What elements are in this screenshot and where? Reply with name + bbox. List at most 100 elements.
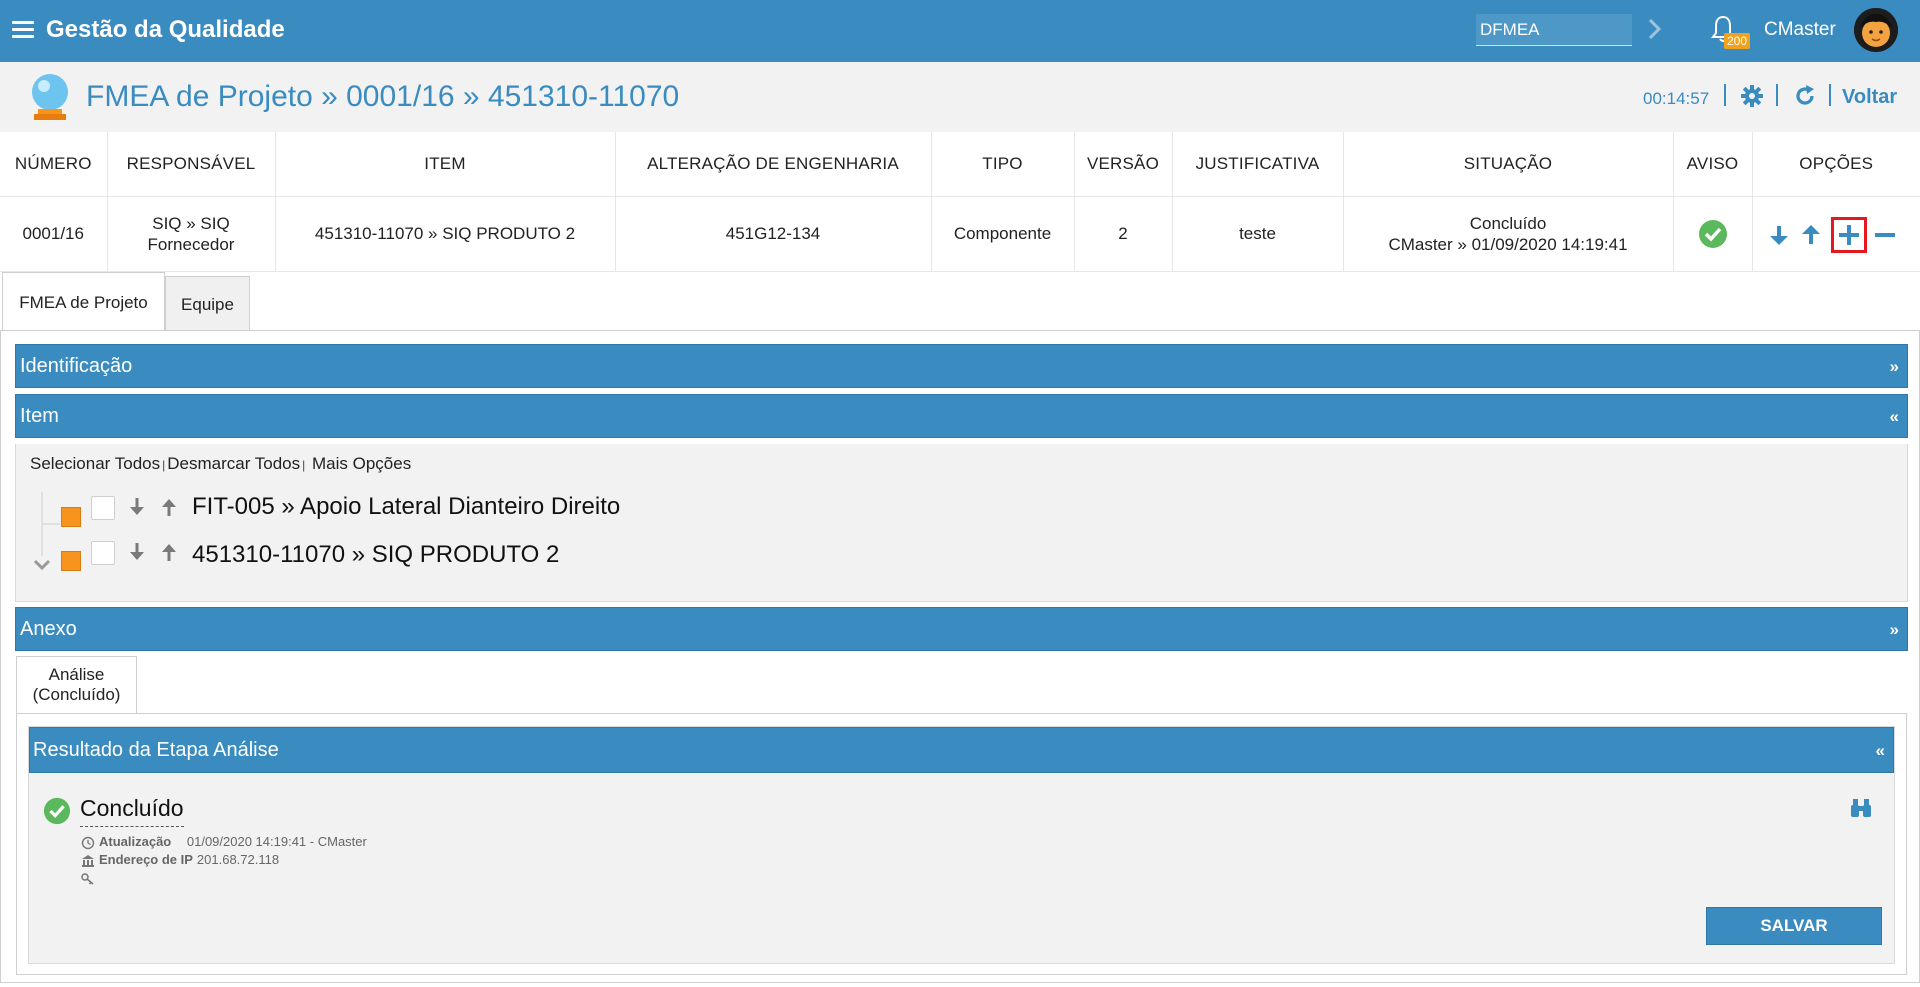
refresh-icon[interactable] — [1793, 84, 1817, 108]
cell-tipo: Componente — [931, 196, 1075, 272]
arrow-down-icon[interactable] — [127, 541, 147, 563]
separator — [1724, 84, 1726, 106]
analysis-panel: Resultado da Etapa Análise « Concluído A… — [16, 713, 1907, 975]
node-name[interactable]: 451310-11070 » SIQ PRODUTO 2 — [192, 541, 559, 569]
column-header: TIPO — [931, 132, 1075, 197]
page-title: FMEA de Projeto » 0001/16 » 451310-11070 — [86, 80, 680, 113]
arrow-down-icon[interactable] — [1767, 223, 1791, 247]
column-header: RESPONSÁVEL — [107, 132, 276, 197]
tab-status: (Concluído) — [32, 685, 121, 704]
status-value[interactable]: Concluído — [80, 795, 184, 827]
table-header-row: NÚMERO RESPONSÁVEL ITEM ALTERAÇÃO DE ENG… — [0, 132, 1920, 197]
update-label: Atualização — [99, 834, 172, 849]
binoculars-icon[interactable] — [1849, 797, 1873, 819]
table-row: 0001/16 SIQ » SIQ Fornecedor 451310-1107… — [0, 196, 1920, 272]
cell-alteracao: 451G12-134 — [615, 196, 932, 272]
chevron-down-icon[interactable] — [32, 557, 52, 573]
column-header: ALTERAÇÃO DE ENGENHARIA — [615, 132, 932, 197]
save-button[interactable]: SALVAR — [1706, 907, 1882, 945]
column-header: JUSTIFICATIVA — [1172, 132, 1344, 197]
expand-icon[interactable]: » — [1890, 357, 1899, 377]
situacao-line1: Concluído — [1469, 213, 1547, 233]
cell-item: 451310-11070 » SIQ PRODUTO 2 — [275, 196, 616, 272]
update-value: 01/09/2020 14:19:41 — [186, 834, 307, 849]
cell-aviso — [1673, 196, 1753, 272]
deselect-all-link[interactable]: Desmarcar Todos — [167, 454, 300, 473]
result-title: Resultado da Etapa Análise — [33, 739, 279, 761]
item-panel-body: Selecionar Todos | Desmarcar Todos | Mais O… — [15, 444, 1908, 602]
bank-icon — [82, 854, 94, 867]
tab-analise[interactable]: Análise (Concluído) — [16, 656, 137, 714]
separator: | — [302, 458, 306, 472]
key-icon — [81, 872, 94, 885]
check-circle-icon — [1698, 219, 1727, 248]
separator — [1776, 84, 1778, 106]
menu-icon[interactable] — [12, 21, 34, 39]
tree-node: 451310-11070 » SIQ PRODUTO 2 — [16, 541, 916, 581]
panel-title: Item — [20, 405, 59, 427]
cell-opcoes — [1752, 196, 1920, 272]
more-options-link[interactable]: Mais Opções — [312, 454, 411, 473]
arrow-up-icon[interactable] — [159, 541, 179, 563]
minus-icon[interactable] — [1873, 223, 1897, 247]
check-circle-icon — [43, 797, 71, 825]
module-search-input[interactable] — [1476, 14, 1632, 46]
panel-item[interactable]: Item « — [15, 394, 1908, 438]
node-icon — [61, 551, 81, 571]
collapse-icon[interactable]: « — [1876, 741, 1885, 761]
expand-icon[interactable]: » — [1890, 620, 1899, 640]
responsavel-line1: SIQ » SIQ — [152, 213, 230, 233]
tab-equipe[interactable]: Equipe — [165, 276, 250, 332]
column-header: NÚMERO — [0, 132, 108, 197]
node-name[interactable]: FIT-005 » Apoio Lateral Dianteiro Direit… — [192, 493, 620, 521]
collapse-icon[interactable]: « — [1890, 407, 1899, 427]
result-header[interactable]: Resultado da Etapa Análise « — [29, 727, 1894, 773]
column-header: AVISO — [1673, 132, 1753, 197]
item-actions: Selecionar Todos | Desmarcar Todos | Mais O… — [30, 454, 411, 474]
avatar[interactable] — [1854, 8, 1898, 52]
user-name[interactable]: CMaster — [1764, 19, 1836, 41]
cell-justificativa: teste — [1172, 196, 1344, 272]
panel-title: Anexo — [20, 618, 77, 640]
arrow-down-icon[interactable] — [127, 496, 147, 518]
arrow-up-icon[interactable] — [1799, 223, 1823, 247]
panel-identificacao[interactable]: Identificação » — [15, 344, 1908, 388]
back-link[interactable]: Voltar — [1842, 86, 1897, 109]
cell-situacao: Concluído CMaster » 01/09/2020 14:19:41 — [1343, 196, 1674, 272]
key-meta — [81, 870, 99, 886]
row-options — [1753, 214, 1920, 254]
column-header: OPÇÕES — [1752, 132, 1920, 197]
tab-fmea-de-projeto[interactable]: FMEA de Projeto — [2, 272, 165, 332]
tab-label: Análise — [48, 665, 105, 684]
tree-node: FIT-005 » Apoio Lateral Dianteiro Direit… — [16, 487, 916, 527]
ip-label: Endereço de IP — [99, 852, 193, 867]
situacao-line2: CMaster » 01/09/2020 14:19:41 — [1388, 234, 1628, 254]
arrow-up-icon[interactable] — [159, 496, 179, 518]
notification-badge: 200 — [1724, 33, 1751, 49]
separator: | — [162, 458, 166, 472]
gear-icon[interactable] — [1740, 84, 1764, 108]
separator — [1829, 84, 1831, 106]
panel-anexo[interactable]: Anexo » — [15, 607, 1908, 651]
cell-numero: 0001/16 — [0, 196, 108, 272]
plus-icon[interactable] — [1837, 223, 1861, 247]
node-checkbox[interactable] — [91, 541, 115, 565]
ip-value: 201.68.72.118 — [196, 852, 280, 867]
select-all-link[interactable]: Selecionar Todos — [30, 454, 160, 473]
crystal-ball-icon — [32, 74, 68, 120]
update-user: - CMaster — [309, 834, 367, 849]
page-header: FMEA de Projeto » 0001/16 » 451310-11070… — [0, 62, 1920, 132]
summary-table: NÚMERO RESPONSÁVEL ITEM ALTERAÇÃO DE ENG… — [0, 132, 1920, 272]
column-header: ITEM — [275, 132, 616, 197]
node-icon — [61, 507, 81, 527]
chevron-right-icon[interactable] — [1648, 17, 1662, 41]
top-bar: Gestão da Qualidade 200 CMaster — [0, 0, 1920, 62]
app-title: Gestão da Qualidade — [46, 16, 285, 43]
node-checkbox[interactable] — [91, 496, 115, 520]
analysis-result: Resultado da Etapa Análise « Concluído A… — [28, 726, 1895, 964]
ip-meta: Endereço de IP 201.68.72.118 — [81, 852, 279, 868]
column-header: VERSÃO — [1074, 132, 1173, 197]
column-header: SITUAÇÃO — [1343, 132, 1674, 197]
cell-versao: 2 — [1074, 196, 1173, 272]
responsavel-line2: Fornecedor — [147, 234, 235, 254]
